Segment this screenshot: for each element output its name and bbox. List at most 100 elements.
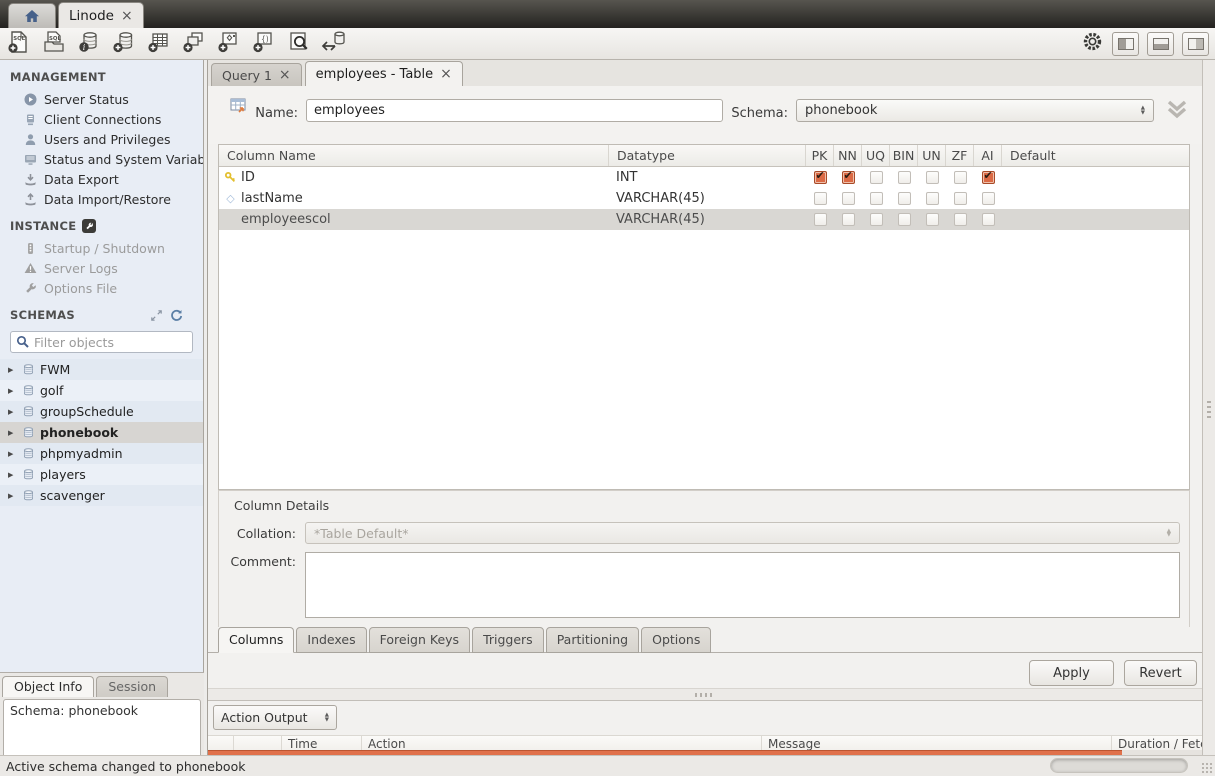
right-panel-sash[interactable]: [1202, 60, 1215, 755]
header-uq[interactable]: UQ: [862, 145, 890, 166]
apply-button[interactable]: Apply: [1029, 660, 1114, 686]
header-bin[interactable]: BIN: [890, 145, 918, 166]
schema-inspector-button[interactable]: i: [75, 30, 103, 57]
checkbox-uq[interactable]: [870, 213, 883, 226]
refresh-schemas-icon[interactable]: [170, 309, 183, 322]
tab-triggers[interactable]: Triggers: [472, 627, 544, 653]
tab-columns[interactable]: Columns: [218, 627, 294, 653]
create-schema-button[interactable]: [110, 30, 138, 57]
header-nn[interactable]: NN: [834, 145, 862, 166]
table-name-input[interactable]: [306, 99, 723, 122]
tab-query-1[interactable]: Query 1 ×: [211, 63, 302, 86]
checkbox-nn[interactable]: [842, 171, 855, 184]
checkbox-uq[interactable]: [870, 171, 883, 184]
header-zf[interactable]: ZF: [946, 145, 974, 166]
toggle-right-sidebar-button[interactable]: [1182, 32, 1209, 56]
connection-tab[interactable]: Linode ×: [58, 2, 144, 28]
create-table-button[interactable]: [145, 30, 173, 57]
sidebar-item-client-connections[interactable]: Client Connections: [0, 109, 203, 129]
expander-icon[interactable]: ▶: [8, 387, 17, 395]
sidebar-item-options-file[interactable]: Options File: [0, 278, 203, 298]
header-ai[interactable]: AI: [974, 145, 1002, 166]
sidebar-item-server-status[interactable]: Server Status: [0, 89, 203, 109]
sidebar-item-system-variables[interactable]: Status and System Variables: [0, 149, 203, 169]
tab-session[interactable]: Session: [96, 676, 168, 697]
resize-grip-icon[interactable]: [1201, 762, 1214, 775]
header-default[interactable]: Default: [1002, 145, 1189, 166]
checkbox-ai[interactable]: [982, 171, 995, 184]
checkbox-un[interactable]: [926, 213, 939, 226]
revert-button[interactable]: Revert: [1124, 660, 1197, 686]
collation-select[interactable]: *Table Default* ▲▼: [305, 522, 1180, 544]
column-row-lastname[interactable]: ◇ lastName VARCHAR(45): [219, 188, 1189, 209]
close-icon[interactable]: ×: [440, 67, 452, 81]
reconnect-dbms-button[interactable]: [320, 30, 348, 57]
schema-item-golf[interactable]: ▶ golf: [0, 380, 203, 401]
checkbox-ai[interactable]: [982, 192, 995, 205]
toggle-bottom-panel-button[interactable]: [1147, 32, 1174, 56]
header-column-name[interactable]: Column Name: [219, 145, 609, 166]
schema-select[interactable]: phonebook ▲▼: [796, 99, 1154, 122]
checkbox-pk[interactable]: [814, 171, 827, 184]
schema-item-players[interactable]: ▶ players: [0, 464, 203, 485]
schema-item-scavenger[interactable]: ▶ scavenger: [0, 485, 203, 506]
create-procedure-button[interactable]: [215, 30, 243, 57]
search-table-data-button[interactable]: [285, 30, 313, 57]
output-view-select[interactable]: Action Output ▲▼: [213, 705, 337, 730]
checkbox-bin[interactable]: [898, 213, 911, 226]
sidebar-item-data-import[interactable]: Data Import/Restore: [0, 189, 203, 209]
checkbox-un[interactable]: [926, 192, 939, 205]
schema-filter-input[interactable]: [34, 335, 190, 350]
close-icon[interactable]: ×: [279, 68, 291, 82]
checkbox-zf[interactable]: [954, 192, 967, 205]
expander-icon[interactable]: ▶: [8, 366, 17, 374]
schema-item-phpmyadmin[interactable]: ▶ phpmyadmin: [0, 443, 203, 464]
new-sql-tab-button[interactable]: SQL: [5, 30, 33, 57]
checkbox-uq[interactable]: [870, 192, 883, 205]
expander-icon[interactable]: ▶: [8, 492, 17, 500]
checkbox-ai[interactable]: [982, 213, 995, 226]
tab-options[interactable]: Options: [641, 627, 711, 653]
header-datatype[interactable]: Datatype: [609, 145, 806, 166]
tab-object-info[interactable]: Object Info: [2, 676, 94, 697]
expand-schemas-icon[interactable]: [150, 309, 163, 322]
sidebar-item-startup-shutdown[interactable]: Startup / Shutdown: [0, 238, 203, 258]
schema-item-groupschedule[interactable]: ▶ groupSchedule: [0, 401, 203, 422]
checkbox-un[interactable]: [926, 171, 939, 184]
tab-indexes[interactable]: Indexes: [296, 627, 366, 653]
sidebar-item-users-privileges[interactable]: Users and Privileges: [0, 129, 203, 149]
header-pk[interactable]: PK: [806, 145, 834, 166]
expander-icon[interactable]: ▶: [8, 408, 17, 416]
column-row-id[interactable]: ID INT: [219, 167, 1189, 188]
header-un[interactable]: UN: [918, 145, 946, 166]
toggle-left-sidebar-button[interactable]: [1112, 32, 1139, 56]
schema-item-fwm[interactable]: ▶ FWM: [0, 359, 203, 380]
column-row-employeescol[interactable]: employeescol VARCHAR(45): [219, 209, 1189, 230]
expander-icon[interactable]: ▶: [8, 471, 17, 479]
checkbox-pk[interactable]: [814, 213, 827, 226]
schema-item-phonebook[interactable]: ▶ phonebook: [0, 422, 203, 443]
tab-partitioning[interactable]: Partitioning: [546, 627, 639, 653]
expander-icon[interactable]: ▶: [8, 429, 17, 437]
checkbox-bin[interactable]: [898, 171, 911, 184]
comment-textarea[interactable]: [305, 552, 1180, 618]
checkbox-zf[interactable]: [954, 213, 967, 226]
close-icon[interactable]: ×: [121, 9, 133, 23]
preferences-button[interactable]: [1080, 30, 1104, 57]
home-tab[interactable]: [8, 3, 56, 28]
expander-icon[interactable]: ▶: [8, 450, 17, 458]
tab-employees-table[interactable]: employees - Table ×: [305, 61, 463, 86]
sidebar-item-data-export[interactable]: Data Export: [0, 169, 203, 189]
tab-foreign-keys[interactable]: Foreign Keys: [369, 627, 470, 653]
checkbox-bin[interactable]: [898, 192, 911, 205]
checkbox-zf[interactable]: [954, 171, 967, 184]
checkbox-pk[interactable]: [814, 192, 827, 205]
checkbox-nn[interactable]: [842, 213, 855, 226]
create-function-button[interactable]: {): [250, 30, 278, 57]
create-view-button[interactable]: [180, 30, 208, 57]
output-splitter-handle[interactable]: [208, 688, 1202, 700]
expand-header-chevron-icon[interactable]: [1165, 98, 1189, 126]
open-sql-script-button[interactable]: SQL: [40, 30, 68, 57]
checkbox-nn[interactable]: [842, 192, 855, 205]
sidebar-item-server-logs[interactable]: Server Logs: [0, 258, 203, 278]
